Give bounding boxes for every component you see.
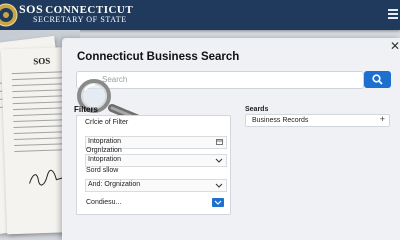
chevron-down-icon xyxy=(214,200,222,205)
hamburger-icon[interactable] xyxy=(388,9,398,19)
sort-select[interactable]: And: Orgnization xyxy=(85,179,227,192)
filter-checkbox[interactable] xyxy=(212,198,224,207)
state-seal-logo[interactable] xyxy=(0,3,18,27)
chevron-down-icon xyxy=(215,158,223,163)
document-heading: SOS xyxy=(33,55,51,67)
plus-icon[interactable]: + xyxy=(380,114,385,124)
header-bar: SOS CONNECTICUT SECRETARY OF STATE xyxy=(0,0,400,30)
brand-subtitle: SECRETARY OF STATE xyxy=(33,15,127,24)
searches-heading: Seards xyxy=(245,106,269,113)
chevron-down-icon xyxy=(215,183,223,188)
searches-item[interactable]: Business Records + xyxy=(245,114,390,127)
checkbox-label: Condiesu... xyxy=(86,199,122,206)
sort-label: Sord sllow xyxy=(86,167,119,174)
searches-item-label: Business Records xyxy=(252,116,309,124)
organization-select[interactable]: Intopration xyxy=(85,154,227,167)
organization-select-value: Intopration xyxy=(88,156,122,163)
organization-label: Orgnlzation xyxy=(86,147,122,154)
search-icon xyxy=(372,74,383,85)
calendar-icon xyxy=(216,139,223,145)
close-icon[interactable]: ✕ xyxy=(390,40,400,52)
page-title: Connecticut Business Search xyxy=(77,51,240,63)
filters-heading: Filters xyxy=(74,105,99,114)
sort-select-value: And: Orgnization xyxy=(88,181,141,188)
search-button[interactable] xyxy=(364,71,391,88)
filter-criteria-label: Crlcie of Filter xyxy=(85,119,129,126)
brand-logo-text: SOS xyxy=(19,2,44,16)
filter-field-1-value: Intopration xyxy=(88,138,122,145)
